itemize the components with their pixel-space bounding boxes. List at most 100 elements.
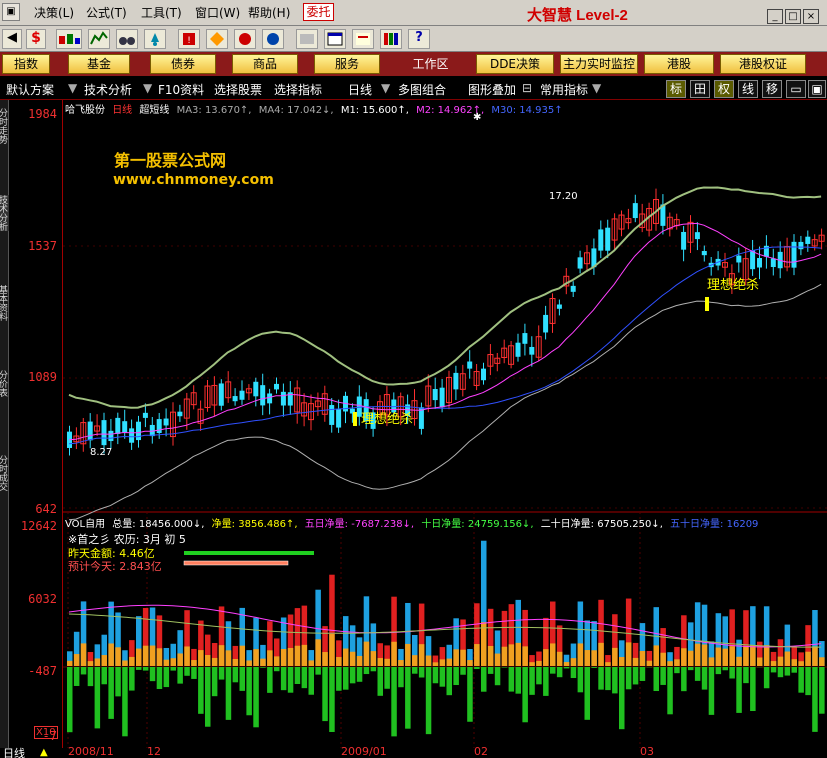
volume-bar-negative [798,667,804,693]
toggle-weight[interactable]: 权 [714,80,734,98]
nav-bond[interactable]: 债券 [150,54,216,74]
monitor-icon[interactable] [234,29,256,49]
system-menu-icon[interactable]: ▣ [2,3,20,21]
volume-bar-negative [336,667,342,691]
menu-tools[interactable]: 工具(T) [141,4,182,21]
nav-hk[interactable]: 港股 [644,54,714,74]
fn-f10[interactable]: F10资料 [158,81,204,98]
ytick-neg487: -487 [28,664,57,678]
nav-fund[interactable]: 基金 [68,54,130,74]
maximize-icon[interactable]: □ [785,9,801,24]
m1-value: M1: 15.600↑, [340,105,409,116]
nav-commodity[interactable]: 商品 [232,54,298,74]
menu-window[interactable]: 窗口(W) [195,4,240,21]
side-tab-tech[interactable]: 技术分析 [0,195,9,231]
fn-select-indicator[interactable]: 选择指标 [274,81,322,98]
nav-hk-warrant[interactable]: 港股权证 [720,54,806,74]
help-icon[interactable]: ? [408,29,430,49]
card-icon[interactable] [352,29,374,49]
volume-bar-negative [315,667,321,675]
candle-body-down [570,285,576,292]
bar-chart-icon[interactable] [56,29,82,49]
fn-daily[interactable]: 日线 [348,81,372,98]
fn-select-stock[interactable]: 选择股票 [214,81,262,98]
stocks-icon[interactable] [88,29,110,49]
forecast-amount: 预计今天: 2.843亿 [68,560,162,573]
lock-icon[interactable]: ⊟ [522,81,532,95]
volume-bar-base [129,656,135,666]
volume-bar-base [287,647,294,666]
candle-body-down [87,421,93,441]
fn-common-indicator[interactable]: 常用指标 [540,81,588,98]
candle-body-down [122,421,128,433]
price-axis: 1984 1537 1089 642 12642 6032 -487 -7 X1… [9,100,63,748]
volume-bar-base [453,649,459,666]
volume-bar-base [770,661,777,666]
fullscreen-icon[interactable]: ▣ [808,80,826,98]
globe-icon[interactable] [262,29,284,49]
volume-bar-negative [156,667,163,689]
window-icon[interactable] [324,29,346,49]
books-icon[interactable] [380,29,402,49]
candle-body-down [701,251,707,256]
volume-bar-base [315,639,321,666]
volume-bar-negative [142,667,149,671]
side-tab-price[interactable]: 分价表 [0,370,9,397]
search-icon[interactable] [296,29,318,49]
alarm-icon[interactable] [144,29,166,49]
fn-multi-chart[interactable]: 多图组合 [398,81,446,98]
kline-icon[interactable] [206,29,228,49]
candle-body-down [694,232,700,240]
period-tab[interactable]: 日线 [3,745,25,758]
toggle-grid[interactable]: 田 [690,80,710,98]
dollar-icon[interactable]: $ [26,29,46,49]
window-icon-small[interactable]: ▭ [786,80,806,98]
volume-bar-base [481,622,487,666]
side-tab-basic[interactable]: 基本资料 [0,285,9,321]
close-icon[interactable]: × [803,9,819,24]
volume-bar-negative [363,667,370,675]
side-tab-timeshare[interactable]: 分时走势 [0,108,9,144]
volume-bar-negative [494,667,501,686]
minimize-icon[interactable]: _ [767,9,783,24]
candle-body-down [453,372,459,390]
toggle-mark[interactable]: 标 [666,80,686,98]
toggle-line[interactable]: 线 [738,80,758,98]
workzone-label[interactable]: 工作区 [398,54,463,74]
back-icon[interactable]: ◀ [2,29,22,49]
candle-body-down [177,411,183,417]
fn-overlay[interactable]: 图形叠加 [468,81,516,98]
menu-decision[interactable]: 决策(L) [34,4,74,21]
forecast-amount-bar [183,560,289,566]
toggle-move[interactable]: 移 [762,80,782,98]
binoculars-icon[interactable] [116,29,138,49]
volume-bar-negative [177,667,183,684]
volume-bar-negative [474,667,480,670]
candle-body-down [156,419,162,434]
nav-index[interactable]: 指数 [2,54,50,74]
side-tab-trades[interactable]: 分时成交 [0,455,9,491]
ytick-1537: 1537 [28,239,57,253]
nav-service[interactable]: 服务 [314,54,380,74]
zoom-badge[interactable]: X10 [34,726,58,739]
volume-bar-base [142,645,149,666]
fn-tech-analysis[interactable]: 技术分析 [84,81,132,98]
nav-dde[interactable]: DDE决策 [476,54,554,74]
volume-bar-negative [225,667,232,720]
volume-bar-negative [570,667,577,679]
menu-help[interactable]: 帮助(H) [248,4,290,21]
volume-bar-negative [694,667,701,681]
volume-bar-base [605,662,611,666]
volume-bar-base [584,650,590,666]
volume-bar-negative [446,667,452,696]
volume-bar-base [494,653,501,666]
candle-body-down [770,258,776,268]
volume-bar-negative [122,667,128,737]
menu-formula[interactable]: 公式(T) [86,4,127,21]
fn-default-scheme[interactable]: 默认方案 [6,81,54,98]
nav-monitor[interactable]: 主力实时监控 [560,54,638,74]
stop-icon[interactable]: ! [178,29,200,49]
volume-bar-negative [294,667,301,684]
volume-bar-negative [508,667,515,692]
order-button[interactable]: 委托 [303,3,334,21]
